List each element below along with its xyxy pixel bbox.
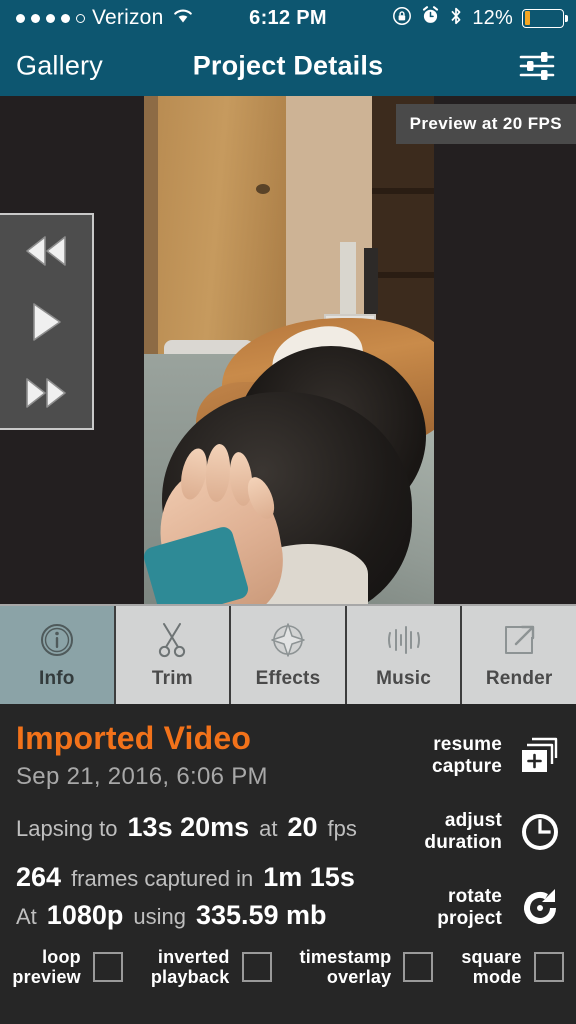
action-list: resume capture adjust duration rotate pr… [382,718,562,946]
tab-bar: Info Trim Effects Music Render [0,604,576,704]
rotate-icon [518,886,562,930]
option-square-mode[interactable]: square mode [447,947,576,988]
waveform-icon [384,620,424,660]
share-export-icon [499,620,539,660]
checkbox-square-mode[interactable] [533,952,564,983]
tab-label-effects: Effects [255,668,321,689]
lapsing-duration: 13s 20ms [127,812,250,842]
quality-prefix: At [16,904,37,929]
status-bar: Verizon 6:12 PM 12% [0,0,576,36]
option-square-mode-line2: mode [472,967,522,988]
frames-line: 264 frames captured in 1m 15s [16,862,355,893]
rewind-icon[interactable] [20,229,72,273]
option-inverted-playback[interactable]: inverted playback [137,947,286,988]
tab-label-render: Render [485,668,553,689]
battery-icon [522,8,568,28]
option-loop-preview[interactable]: loop preview [0,947,137,988]
quality-line: At 1080p using 335.59 mb [16,900,327,931]
option-timestamp-overlay[interactable]: timestamp overlay [286,947,448,988]
option-loop-preview-line2: preview [12,967,81,988]
sparkle-star-icon [268,620,308,660]
sliders-icon[interactable] [518,49,556,83]
quality-resolution: 1080p [46,900,124,930]
tab-trim[interactable]: Trim [116,606,232,704]
app-root: Verizon 6:12 PM 12% Gallery Project Deta… [0,0,576,1024]
option-loop-preview-line1: loop [42,946,81,967]
tab-effects[interactable]: Effects [231,606,347,704]
checkbox-inverted-playback[interactable] [241,952,272,983]
page-title: Project Details [192,50,384,81]
lapsing-fps-unit: fps [327,816,357,841]
status-bar-right: 12% [392,6,568,31]
tab-label-music: Music [376,668,431,689]
frames-count: 264 [16,862,62,892]
rotation-lock-icon [392,6,412,31]
action-rotate-project-line1: rotate [448,886,502,908]
checkbox-timestamp-overlay[interactable] [403,952,434,983]
clock-icon [518,810,562,854]
bluetooth-icon [449,6,463,31]
action-rotate-project[interactable]: rotate project [382,870,562,946]
frames-elapsed: 1m 15s [263,862,355,892]
fast-forward-icon[interactable] [20,371,72,415]
action-adjust-duration[interactable]: adjust duration [382,794,562,870]
frames-label: frames captured in [71,866,254,891]
action-resume-capture-line2: capture [431,756,502,777]
lapsing-fps: 20 [287,812,318,842]
tab-music[interactable]: Music [347,606,463,704]
alarm-clock-icon [421,6,440,30]
option-timestamp-overlay-line2: overlay [326,967,392,988]
action-adjust-duration-line2: duration [424,832,502,853]
options-row: loop preview inverted playback timestamp… [0,947,576,988]
lapsing-at: at [259,816,278,841]
project-date: Sep 21, 2016, 6:06 PM [16,763,268,790]
scissors-icon [152,620,192,660]
option-timestamp-overlay-line1: timestamp [299,946,392,967]
lapsing-prefix: Lapsing to [16,816,118,841]
action-resume-capture[interactable]: resume capture [382,718,562,794]
action-resume-capture-line1: resume [433,734,502,756]
info-circle-icon [37,620,77,660]
quality-using: using [133,904,186,929]
video-preview[interactable] [144,96,434,604]
checkbox-loop-preview[interactable] [92,952,123,983]
navigation-bar: Gallery Project Details [0,36,576,96]
info-panel: Imported Video Sep 21, 2016, 6:06 PM Lap… [0,704,576,1024]
add-frames-icon [518,734,562,778]
playback-controls [0,213,94,430]
option-square-mode-line1: square [461,946,522,967]
play-icon[interactable] [20,300,72,344]
project-title: Imported Video [16,720,252,756]
action-rotate-project-line2: project [437,908,502,929]
quality-size: 335.59 mb [195,900,327,930]
option-inverted-playback-line1: inverted [157,946,230,967]
tab-label-info: Info [38,668,75,689]
tab-info[interactable]: Info [0,606,116,704]
action-adjust-duration-line1: adjust [444,810,502,832]
lapsing-line: Lapsing to 13s 20ms at 20 fps [16,812,357,843]
fps-badge: Preview at 20 FPS [395,104,576,144]
battery-percent-label: 12% [472,6,513,29]
tab-label-trim: Trim [151,668,193,689]
tab-render[interactable]: Render [462,606,576,704]
video-preview-stage: Preview at 20 FPS [0,96,576,604]
option-inverted-playback-line2: playback [150,967,230,988]
